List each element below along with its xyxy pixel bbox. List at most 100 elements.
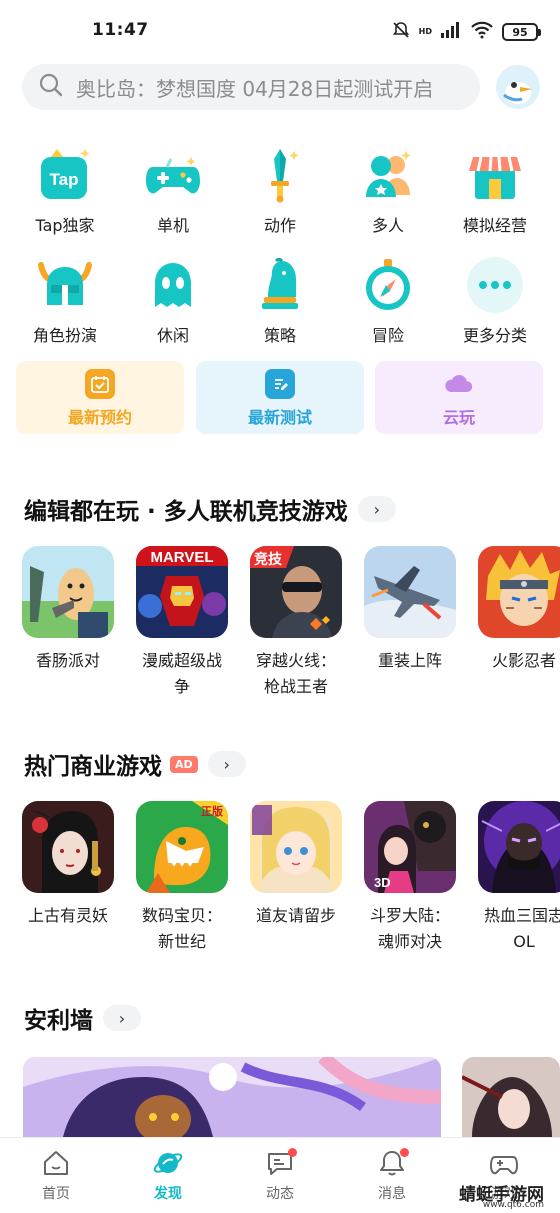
tile-latest-test[interactable]: 最新测试 xyxy=(196,361,364,434)
game-card[interactable]: 火影忍者 xyxy=(474,546,560,674)
sword-icon xyxy=(247,142,313,208)
viking-helmet-icon xyxy=(32,252,98,318)
watermark-url: www.qt6.com xyxy=(482,1200,544,1210)
game-name: 道友请留步 xyxy=(255,906,336,925)
tile-cloud-play[interactable]: 云玩 xyxy=(375,361,543,434)
controller-icon xyxy=(487,1146,521,1180)
category-more[interactable]: 更多分类 xyxy=(445,252,545,346)
game-icon-rexue-sanguo xyxy=(478,801,560,893)
planet-icon xyxy=(151,1146,185,1180)
game-icon-heavy-armor xyxy=(364,546,456,638)
ad-badge: AD xyxy=(170,755,198,773)
category-simulation[interactable]: 模拟经营 xyxy=(445,142,545,236)
tile-label: 云玩 xyxy=(442,408,475,427)
user-avatar[interactable] xyxy=(496,65,540,109)
gamepad-icon xyxy=(140,142,206,208)
category-strategy[interactable]: 策略 xyxy=(230,252,330,346)
calendar-check-icon xyxy=(85,369,115,399)
tile-latest-reservation[interactable]: 最新预约 xyxy=(16,361,184,434)
category-adventure[interactable]: 冒险 xyxy=(338,252,438,346)
category-standalone[interactable]: 单机 xyxy=(123,142,223,236)
chess-knight-icon xyxy=(247,252,313,318)
notification-dot xyxy=(400,1148,409,1157)
shop-icon xyxy=(462,142,528,208)
game-card[interactable]: 正版 数码宝贝：新世纪 xyxy=(132,801,232,955)
category-label: 模拟经营 xyxy=(462,216,527,235)
category-roleplay[interactable]: 角色扮演 xyxy=(15,252,115,346)
signal-icon xyxy=(440,21,462,43)
category-casual[interactable]: 休闲 xyxy=(123,252,223,346)
game-card[interactable]: MARVEL 漫威超级战争 xyxy=(132,546,232,700)
game-icon-ancient-spirit xyxy=(22,801,114,893)
chat-bubble-icon xyxy=(263,1146,297,1180)
status-bar: 11:47 HD 95 xyxy=(0,0,560,62)
notification-dot xyxy=(288,1148,297,1157)
banner-card-main[interactable] xyxy=(23,1057,441,1137)
nav-label: 发现 xyxy=(154,1186,182,1202)
game-card[interactable]: 上古有灵妖 xyxy=(18,801,118,929)
svg-text:正版: 正版 xyxy=(201,804,223,818)
banner-card-next[interactable] xyxy=(462,1057,560,1137)
game-card[interactable]: 竞技 穿越火线：枪战王者 xyxy=(246,546,346,700)
svg-text:Tap: Tap xyxy=(50,170,79,189)
tile-label: 最新测试 xyxy=(247,408,312,427)
battery-indicator: 95 xyxy=(502,23,541,41)
game-icon-sausage-party xyxy=(22,546,114,638)
game-name: 香肠派对 xyxy=(35,651,100,670)
home-icon xyxy=(39,1146,73,1180)
category-multiplayer[interactable]: 多人 xyxy=(338,142,438,236)
category-action[interactable]: 动作 xyxy=(230,142,330,236)
game-name: 重装上阵 xyxy=(377,651,442,670)
search-placeholder: 奥比岛：梦想国度 04月28日起测试开启 xyxy=(76,76,434,101)
game-name: 穿越火线：枪战王者 xyxy=(255,651,336,696)
section-header-hot: 热门商业游戏 AD › xyxy=(24,747,246,781)
game-name: 火影忍者 xyxy=(491,651,556,670)
game-name: 热血三国志OL xyxy=(483,906,560,951)
nav-home[interactable]: 首页 xyxy=(0,1146,112,1203)
category-tap-exclusive[interactable]: Tap Tap独家 xyxy=(15,142,115,236)
category-label: 单机 xyxy=(156,216,189,235)
category-label: 冒险 xyxy=(371,326,404,345)
status-icons: HD 95 xyxy=(391,20,541,44)
game-card[interactable]: 3D 斗罗大陆：魂师对决 xyxy=(360,801,460,955)
tile-label: 最新预约 xyxy=(67,408,132,427)
section-more-button[interactable]: › xyxy=(357,496,396,522)
game-icon-naruto xyxy=(478,546,560,638)
game-card[interactable]: 香肠派对 xyxy=(18,546,118,674)
section-header-editor: 编辑都在玩 · 多人联机竞技游戏 › xyxy=(24,492,396,526)
category-label: 策略 xyxy=(263,326,296,345)
game-icon-marvel-super-war: MARVEL xyxy=(136,546,228,638)
section-title: 安利墙 xyxy=(24,1008,93,1034)
status-time: 11:47 xyxy=(92,20,149,40)
svg-text:竞技: 竞技 xyxy=(254,551,283,568)
game-name: 斗罗大陆：魂师对决 xyxy=(369,906,450,951)
game-card[interactable]: 道友请留步 xyxy=(246,801,346,929)
more-dots-icon xyxy=(462,252,528,318)
people-icon xyxy=(355,142,421,208)
svg-text:3D: 3D xyxy=(374,875,391,890)
nav-label: 动态 xyxy=(266,1186,294,1202)
nav-messages[interactable]: 消息 xyxy=(336,1146,448,1203)
nav-discover[interactable]: 发现 xyxy=(112,1146,224,1203)
category-label: 动作 xyxy=(263,216,296,235)
category-label: 更多分类 xyxy=(462,326,527,345)
ghost-icon xyxy=(140,252,206,318)
wifi-icon xyxy=(470,21,494,43)
section-more-button[interactable]: › xyxy=(103,1005,141,1031)
game-name: 数码宝贝：新世纪 xyxy=(141,906,222,951)
game-card[interactable]: 热血三国志OL xyxy=(474,801,560,955)
nav-label: 首页 xyxy=(42,1186,70,1202)
category-label: 休闲 xyxy=(156,326,189,345)
cloud-icon xyxy=(444,369,474,399)
search-bar[interactable]: 奥比岛：梦想国度 04月28日起测试开启 xyxy=(22,64,480,110)
bell-icon xyxy=(375,1146,409,1180)
game-icon-crossfire: 竞技 xyxy=(250,546,342,638)
nav-feed[interactable]: 动态 xyxy=(224,1146,336,1203)
game-icon-douluo: 3D xyxy=(364,801,456,893)
section-title: 编辑都在玩 · 多人联机竞技游戏 xyxy=(24,499,348,525)
game-card[interactable]: 重装上阵 xyxy=(360,546,460,674)
hd-label: HD xyxy=(418,27,432,36)
category-label: 角色扮演 xyxy=(32,326,97,345)
section-more-button[interactable]: › xyxy=(207,751,246,777)
tap-logo-icon: Tap xyxy=(32,142,98,208)
